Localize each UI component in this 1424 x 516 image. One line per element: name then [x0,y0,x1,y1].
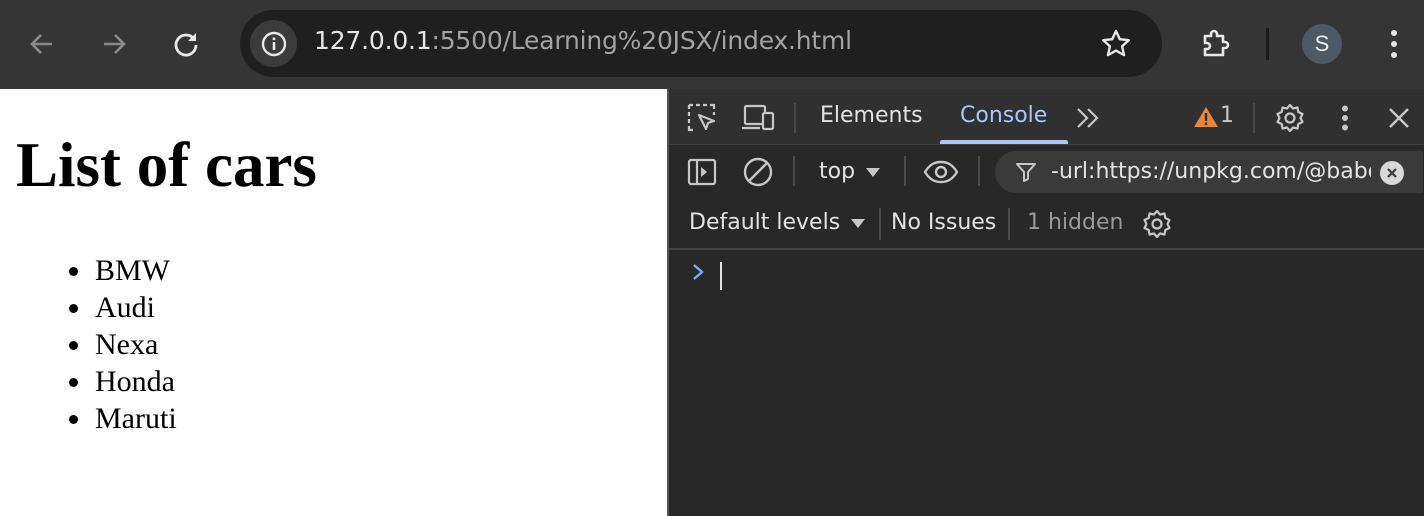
more-vert-icon [1391,30,1397,58]
inspect-element-button[interactable] [683,99,721,137]
inspect-icon [687,103,716,132]
issues-link[interactable]: No Issues [891,210,996,235]
close-devtools-button[interactable] [1381,101,1417,135]
eye-icon [923,160,959,184]
toolbar-separator [904,156,906,186]
reload-icon [174,33,198,57]
list-item: Maruti [69,402,177,435]
log-levels-dropdown[interactable]: Default levels [689,210,866,235]
filter-icon [1016,163,1036,182]
active-tab-indicator [940,140,1068,144]
dropdown-arrow-icon [851,219,866,228]
devtools-settings-button[interactable] [1272,101,1308,135]
device-toolbar-button[interactable] [739,99,777,137]
browser-menu-button[interactable] [1372,22,1416,66]
site-info-button[interactable] [250,20,297,67]
star-icon [1102,29,1130,57]
url-text[interactable]: 127.0.0.1:5500/Learning%20JSX/index.html [314,26,852,55]
console-toolbar: top -url:https://unpkg.com/@babel [669,146,1424,198]
back-button[interactable] [20,22,64,66]
clear-console-button[interactable] [739,154,777,190]
hidden-messages-count: 1 hidden [1027,210,1124,235]
list-item: Audi [69,289,177,326]
console-settings-button[interactable] [1139,206,1175,242]
gear-icon [1143,209,1171,239]
show-sidebar-button[interactable] [683,154,721,190]
chevron-right-icon [693,264,704,280]
filter-text: -url:https://unpkg.com/@babel [1051,159,1371,184]
sidebar-icon [687,158,717,186]
tab-elements[interactable]: Elements [820,103,923,128]
warning-icon [1194,107,1218,127]
forward-icon [104,34,126,54]
more-vert-icon [1342,105,1348,131]
devtools-panel: Elements Console 1 top -url:https://unpk… [669,89,1424,516]
url-path: :5500/Learning%20JSX/index.html [431,26,852,55]
toolbar-separator [1008,208,1010,240]
bookmark-button[interactable] [1096,24,1136,64]
block-icon [743,157,773,187]
page-viewport: List of cars BMW Audi Nexa Honda Maruti [0,89,667,516]
devtools-tab-bar: Elements Console 1 [669,89,1424,145]
warning-count[interactable]: 1 [1220,103,1234,128]
device-icon [742,104,775,131]
address-bar[interactable]: 127.0.0.1:5500/Learning%20JSX/index.html [240,10,1162,77]
gear-icon [1276,103,1304,133]
toolbar-separator [978,156,980,186]
back-icon [30,34,52,54]
close-icon [1389,108,1409,128]
live-expression-button[interactable] [921,154,961,190]
extensions-icon [1203,29,1230,57]
clear-filter-button[interactable] [1380,161,1404,185]
page-title: List of cars [16,130,317,200]
url-host: 127.0.0.1 [314,26,432,55]
context-label: top [819,159,856,184]
console-input-area[interactable] [669,252,1424,516]
list-item: BMW [69,252,177,289]
profile-avatar[interactable]: S [1302,24,1342,64]
tab-separator [794,103,796,133]
list-item: Honda [69,365,175,398]
chevron-double-right-icon [1077,108,1099,128]
toolbar-separator [879,208,881,240]
devtools-menu-button[interactable] [1331,101,1359,135]
close-icon [1387,168,1397,178]
toolbar-separator [1266,28,1269,60]
toolbar-separator [793,156,795,186]
more-tabs-button[interactable] [1071,103,1105,133]
tab-console[interactable]: Console [960,103,1047,128]
browser-toolbar: 127.0.0.1:5500/Learning%20JSX/index.html… [0,0,1424,89]
console-filter-input[interactable]: -url:https://unpkg.com/@babel [995,151,1423,193]
tab-separator [1253,103,1255,133]
warnings-indicator[interactable] [1191,103,1221,131]
reload-button[interactable] [164,22,208,66]
dropdown-arrow-icon [866,168,881,177]
forward-button[interactable] [92,22,136,66]
list-item: Nexa [69,326,177,363]
text-cursor [720,262,722,290]
extensions-button[interactable] [1194,22,1238,66]
info-icon [261,31,286,56]
cars-list: BMW Audi Nexa Honda Maruti [69,252,177,437]
log-levels-label: Default levels [689,210,841,235]
context-selector[interactable]: top [819,159,881,184]
console-levels-bar: Default levels No Issues 1 hidden [669,198,1424,250]
